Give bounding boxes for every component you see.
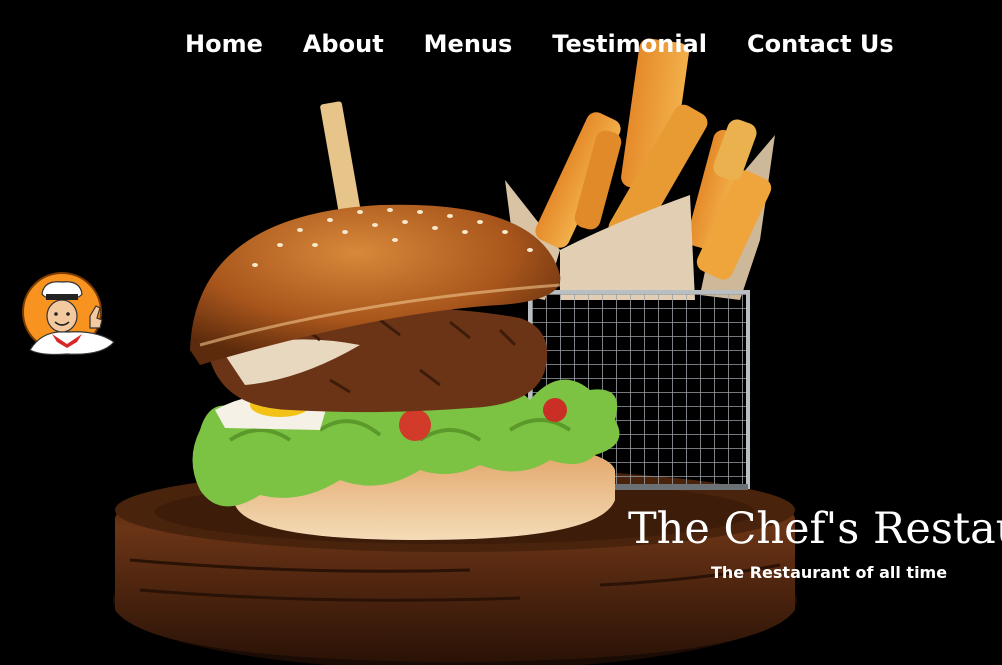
nav-link-about[interactable]: About	[303, 28, 384, 60]
nav-link-home[interactable]: Home	[185, 28, 263, 60]
nav-link-menus[interactable]: Menus	[424, 28, 513, 60]
restaurant-title: The Chef's Restau	[628, 504, 1002, 554]
nav-link-contact-us[interactable]: Contact Us	[747, 28, 894, 60]
chef-mascot-icon[interactable]	[22, 272, 116, 356]
main-nav: Home About Menus Testimonial Contact Us	[185, 28, 894, 60]
restaurant-tagline: The Restaurant of all time	[711, 563, 948, 582]
nav-link-testimonial[interactable]: Testimonial	[552, 28, 707, 60]
